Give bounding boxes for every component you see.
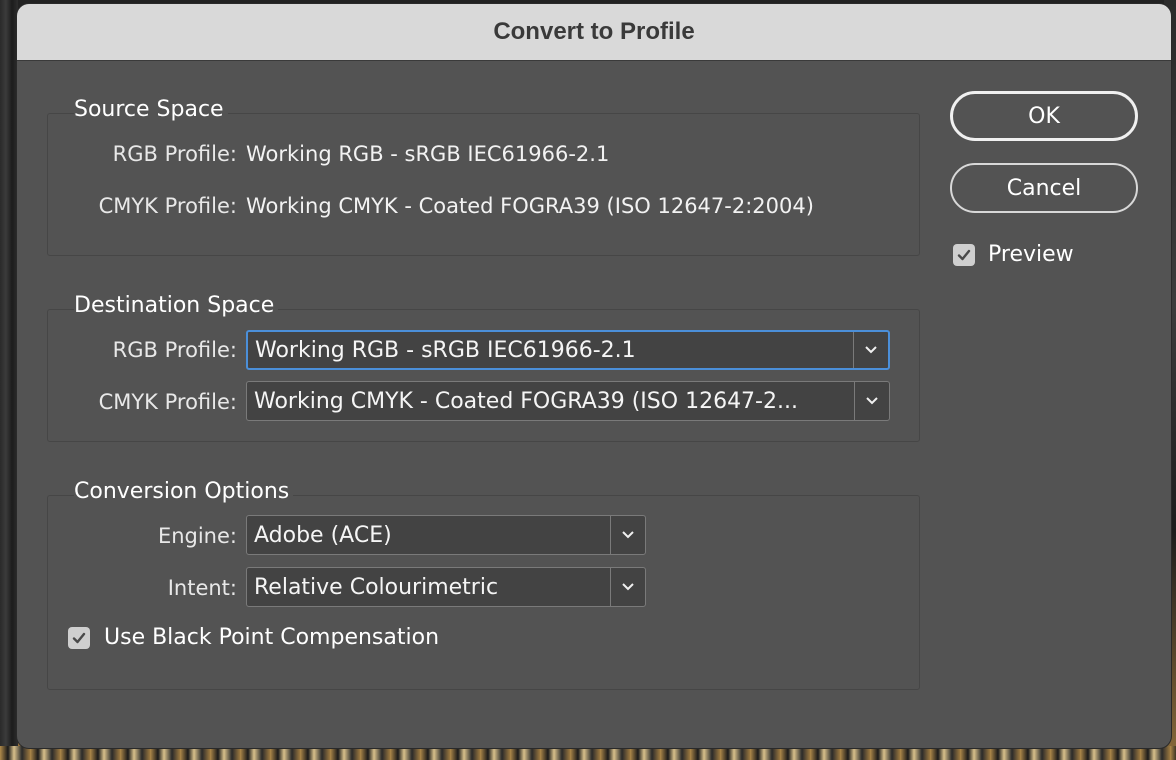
cancel-button[interactable]: Cancel: [950, 163, 1138, 213]
dialog-titlebar[interactable]: Convert to Profile: [17, 4, 1171, 61]
destination-cmyk-label: CMYK Profile:: [98, 390, 237, 414]
intent-select[interactable]: Relative Colourimetric: [246, 567, 646, 607]
destination-cmyk-select[interactable]: Working CMYK - Coated FOGRA39 (ISO 12647…: [246, 381, 890, 421]
source-space-group: [47, 113, 920, 256]
source-cmyk-label: CMYK Profile:: [98, 194, 237, 218]
intent-label: Intent:: [167, 576, 237, 600]
chevron-down-icon[interactable]: [610, 568, 645, 606]
destination-rgb-select[interactable]: Working RGB - sRGB IEC61966-2.1: [246, 330, 890, 370]
engine-select[interactable]: Adobe (ACE): [246, 515, 646, 555]
destination-rgb-selected: Working RGB - sRGB IEC61966-2.1: [255, 337, 636, 363]
black-point-label[interactable]: Use Black Point Compensation: [104, 625, 439, 650]
ok-button[interactable]: OK: [950, 91, 1138, 141]
destination-space-group: [47, 309, 920, 442]
preview-checkbox[interactable]: [953, 244, 975, 266]
dialog-title: Convert to Profile: [493, 18, 695, 45]
intent-selected: Relative Colourimetric: [254, 574, 499, 600]
conversion-options-title: Conversion Options: [74, 479, 294, 504]
chevron-down-icon[interactable]: [853, 332, 888, 368]
checkmark-icon: [957, 249, 971, 261]
engine-selected: Adobe (ACE): [254, 522, 392, 548]
destination-rgb-label: RGB Profile:: [112, 338, 237, 362]
chevron-down-icon[interactable]: [854, 382, 889, 420]
destination-cmyk-selected: Working CMYK - Coated FOGRA39 (ISO 12647…: [254, 388, 798, 414]
source-space-title: Source Space: [74, 97, 228, 122]
source-rgb-label: RGB Profile:: [112, 142, 237, 166]
destination-space-title: Destination Space: [74, 293, 279, 318]
source-rgb-value: Working RGB - sRGB IEC61966-2.1: [246, 142, 610, 166]
engine-label: Engine:: [157, 524, 237, 548]
checkmark-icon: [72, 632, 86, 644]
background-bottom-edge: [0, 746, 1176, 760]
source-cmyk-value: Working CMYK - Coated FOGRA39 (ISO 12647…: [246, 194, 814, 218]
black-point-checkbox[interactable]: [68, 627, 90, 649]
chevron-down-icon[interactable]: [610, 516, 645, 554]
preview-label[interactable]: Preview: [988, 242, 1074, 267]
convert-to-profile-dialog: Convert to Profile Source Space RGB Prof…: [17, 4, 1171, 748]
